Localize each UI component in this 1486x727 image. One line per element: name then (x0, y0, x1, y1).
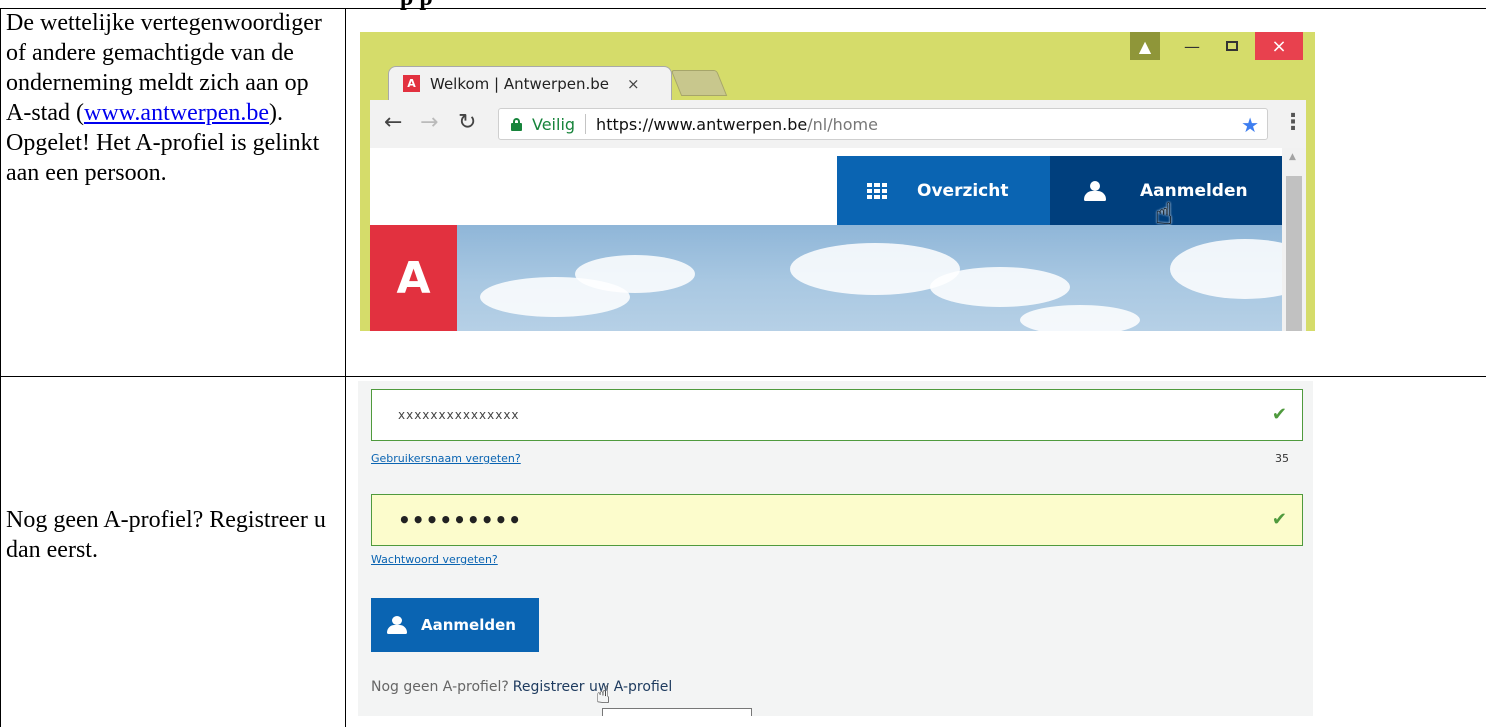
hand-cursor-icon: ☝ (1155, 197, 1174, 232)
login-submit-label: Aanmelden (421, 616, 516, 634)
hand-cursor-icon: ☝ (596, 681, 611, 709)
check-icon: ✔ (1271, 509, 1288, 530)
url-path: /nl/home (807, 114, 878, 134)
browser-toolbar: ← → ↻ Veilig https://www.antwerpen.be/nl… (370, 100, 1306, 148)
back-arrow-icon[interactable]: ← (384, 110, 402, 135)
url-host: https://www.antwerpen.be (596, 114, 808, 134)
browser-tab[interactable]: A Welkom | Antwerpen.be × (388, 66, 672, 100)
user-icon (1084, 180, 1106, 201)
register-line: Nog geen A-profiel? Registreer uw A-profi… (371, 679, 672, 695)
tab-title: Welkom | Antwerpen.be (430, 74, 609, 93)
user-icon (387, 616, 407, 634)
table-border-column (345, 8, 346, 727)
scroll-up-icon[interactable]: ▲ (1289, 152, 1296, 162)
new-tab-button[interactable] (670, 70, 728, 96)
check-icon: ✔ (1271, 404, 1288, 425)
grid-icon (867, 182, 887, 199)
forgot-username-link[interactable]: Gebruikersnaam vergeten? (371, 452, 521, 465)
secure-label: Veilig (532, 114, 576, 134)
lock-icon (511, 118, 522, 131)
login-form-screenshot: xxxxxxxxxxxxxxx ✔ Gebruikersnaam vergete… (358, 381, 1313, 716)
login-submit-button[interactable]: Aanmelden (371, 598, 539, 652)
table-border-middle (0, 376, 1486, 377)
register-link[interactable]: Registreer uw A-profiel (513, 679, 672, 695)
page-scrollbar[interactable]: ▲ (1282, 148, 1306, 331)
password-value: ••••••••• (398, 508, 523, 532)
maximize-button[interactable] (1212, 32, 1252, 60)
scroll-thumb[interactable] (1286, 176, 1302, 331)
reload-icon[interactable]: ↻ (458, 110, 476, 135)
table-border-left (0, 8, 1, 727)
nav-overzicht-label: Overzicht (917, 180, 1009, 201)
window-close-button[interactable]: × (1255, 32, 1303, 60)
antwerpen-favicon-icon: A (403, 75, 420, 92)
row1-instruction-text: De wettelijke vertegenwoordiger of ander… (6, 8, 336, 188)
password-field[interactable]: ••••••••• ✔ (371, 494, 1303, 546)
minimize-button[interactable]: — (1172, 32, 1212, 60)
character-count: 35 (1275, 452, 1289, 465)
browser-screenshot: ▲ — × A Welkom | Antwerpen.be × ← → ↻ Ve… (360, 32, 1315, 331)
row2-instruction-text: Nog geen A-profiel? Registreer u dan eer… (6, 507, 326, 563)
tooltip-fragment (602, 708, 752, 716)
profile-icon[interactable]: ▲ (1130, 32, 1160, 60)
register-prompt: Nog geen A-profiel? (371, 679, 509, 695)
document-heading: p p (400, 0, 433, 12)
forward-arrow-icon[interactable]: → (420, 110, 438, 135)
browser-menu-icon[interactable]: ⋮ (1282, 110, 1304, 135)
bookmark-star-icon[interactable]: ★ (1241, 113, 1259, 137)
maximize-icon (1226, 41, 1238, 51)
antwerpen-logo[interactable]: A (370, 225, 457, 331)
webpage-viewport: Overzicht Aanmelden A ▲ (370, 148, 1306, 331)
antwerpen-link[interactable]: www.antwerpen.be (84, 100, 269, 126)
address-bar[interactable]: Veilig https://www.antwerpen.be/nl/home … (498, 108, 1268, 140)
url-divider (585, 114, 587, 134)
forgot-password-link[interactable]: Wachtwoord vergeten? (371, 553, 498, 566)
nav-overzicht-button[interactable]: Overzicht (837, 156, 1050, 225)
username-value: xxxxxxxxxxxxxxx (398, 408, 520, 422)
username-field[interactable]: xxxxxxxxxxxxxxx ✔ (371, 389, 1303, 441)
tab-close-icon[interactable]: × (627, 75, 640, 93)
hero-sky-image (370, 225, 1306, 331)
